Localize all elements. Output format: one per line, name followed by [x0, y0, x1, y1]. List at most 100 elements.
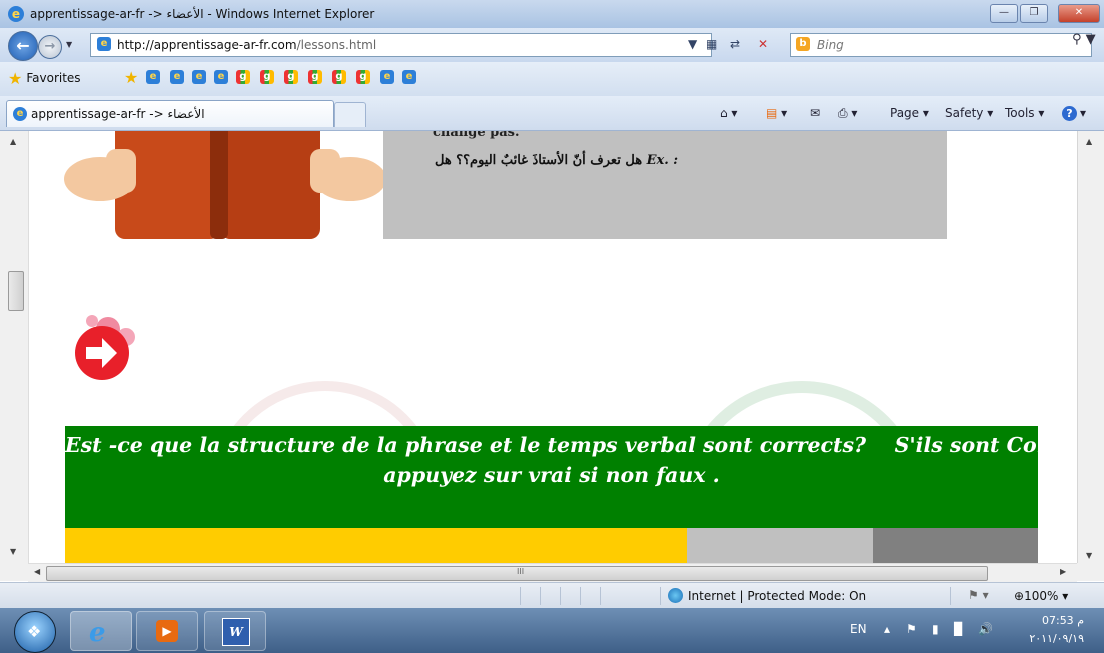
security-zone[interactable]: Internet | Protected Mode: On [688, 589, 866, 603]
battery-icon[interactable]: ▮ [932, 622, 939, 636]
answer-bar-yellow[interactable] [65, 528, 687, 563]
favorite-link-icon[interactable]: e [192, 70, 206, 84]
favorite-link-icon[interactable]: e [146, 70, 160, 84]
scroll-down-icon[interactable]: ▼ [1086, 551, 1092, 560]
ie-logo-icon: e [13, 107, 27, 121]
popup-blocker-icon[interactable]: ⚑ ▾ [968, 588, 989, 602]
status-bar: Internet | Protected Mode: On ⚑ ▾ ⊕100% … [0, 582, 1104, 609]
favorite-link-icon[interactable]: e [380, 70, 394, 84]
address-dropdown-icon[interactable]: ▼ [688, 37, 697, 51]
feeds-icon[interactable]: ▤ ▾ [766, 106, 787, 120]
bing-logo-icon: b [796, 37, 810, 51]
minimize-button[interactable]: — [990, 4, 1018, 23]
status-divider [560, 587, 561, 605]
favorite-link-icon[interactable]: e [170, 70, 184, 84]
close-button[interactable]: ✕ [1058, 4, 1100, 23]
horizontal-scrollbar[interactable]: ◀ III ▶ [28, 563, 1077, 582]
help-dropdown-icon[interactable]: ▾ [1080, 106, 1086, 120]
start-button[interactable]: ❖ [14, 611, 56, 653]
scroll-down-icon[interactable]: ▼ [10, 547, 16, 556]
stop-icon[interactable]: ✕ [758, 37, 768, 51]
favorite-link-icon[interactable]: g [284, 70, 298, 84]
scroll-left-icon[interactable]: ◀ [34, 567, 40, 576]
scroll-thumb[interactable] [8, 271, 24, 311]
title-bar: e apprentissage-ar-fr -> الأعضاء - Windo… [0, 0, 1104, 29]
read-mail-icon[interactable]: ✉ [810, 106, 820, 120]
left-frame-scrollbar[interactable]: ▲ ▼ [0, 131, 29, 563]
window-title: apprentissage-ar-fr -> الأعضاء - Windows… [30, 7, 375, 21]
clock-date[interactable]: ٢٠١١/٠٩/١٩ [1020, 632, 1084, 645]
taskbar-media-button[interactable]: ▶ [136, 611, 198, 651]
next-arrow-icon[interactable] [68, 307, 148, 387]
scroll-up-icon[interactable]: ▲ [1086, 137, 1092, 146]
example-sentence: هل تعرف أنّ الأستاذَ غائبٌ اليوم؟؟ هل Ex… [435, 153, 678, 168]
compatibility-view-icon[interactable]: ▦ [706, 37, 717, 51]
favorite-link-icon[interactable]: e [402, 70, 416, 84]
star-icon: ★ [8, 69, 23, 88]
status-divider [660, 587, 661, 605]
home-icon[interactable]: ⌂ ▾ [720, 106, 737, 120]
instruction-banner: Est -ce que la structure de la phrase et… [65, 426, 1077, 528]
example-arabic: هل تعرف أنّ الأستاذَ غائبٌ اليوم؟؟ هل [435, 153, 643, 168]
show-hidden-icons-icon[interactable]: ▴ [884, 622, 890, 636]
clock-time[interactable]: 07:53 م [1020, 614, 1084, 627]
vertical-scrollbar[interactable]: ▲ ▼ [1077, 131, 1104, 563]
zoom-level[interactable]: ⊕100% ▾ [1014, 589, 1068, 603]
page-menu[interactable]: Page ▾ [890, 106, 929, 120]
taskbar-ie-button[interactable]: e [70, 611, 132, 651]
tab-bar: e apprentissage-ar-fr -> الأعضاء ⌂ ▾ ▤ ▾… [0, 96, 1104, 131]
print-icon[interactable]: ⎙ ▾ [838, 106, 857, 121]
network-icon[interactable]: ▉ [954, 622, 963, 636]
scroll-up-icon[interactable]: ▲ [10, 137, 16, 146]
answer-bar-dark-gray[interactable] [873, 528, 1038, 563]
search-icon[interactable]: ⚲ ▼ [1072, 32, 1096, 47]
scroll-right-icon[interactable]: ▶ [1060, 567, 1066, 576]
media-player-icon: ▶ [156, 620, 178, 642]
taskbar-word-button[interactable]: W [204, 611, 266, 651]
help-icon[interactable]: ? [1062, 106, 1077, 121]
safety-menu-label: Safety [945, 106, 984, 120]
address-toolbar: ← → ▼ e http://apprentissage-ar-fr.com/l… [0, 28, 1104, 62]
refresh-icon[interactable]: ⇄ [730, 37, 740, 51]
windows-logo-icon: ❖ [27, 622, 42, 641]
status-divider [520, 587, 521, 605]
recent-pages-dropdown[interactable]: ▼ [66, 40, 72, 49]
maximize-button[interactable]: ❐ [1020, 4, 1048, 23]
favorite-link-icon[interactable]: g [236, 70, 250, 84]
scrollbar-corner [0, 563, 28, 581]
safety-menu[interactable]: Safety ▾ [945, 106, 993, 120]
action-center-icon[interactable]: ⚑ [906, 622, 917, 636]
panel-text: change pas. [433, 131, 520, 140]
favorite-link-icon[interactable]: g [332, 70, 346, 84]
answer-bar-light-gray[interactable] [687, 528, 873, 563]
search-field[interactable]: b Bing [790, 33, 1092, 57]
favorite-link-icon[interactable]: e [214, 70, 228, 84]
status-divider [540, 587, 541, 605]
favorites-label: Favorites [26, 71, 81, 85]
instruction-line-2: appuyez sur vrai si non faux . [383, 463, 720, 487]
forward-button[interactable]: → [38, 35, 62, 59]
zoom-icon: ⊕ [1014, 589, 1025, 603]
favorites-button[interactable]: ★ Favorites [8, 69, 81, 89]
status-divider [580, 587, 581, 605]
tab-active[interactable]: e apprentissage-ar-fr -> الأعضاء [6, 100, 334, 127]
example-panel: change pas. هل تعرف أنّ الأستاذَ غائبٌ ا… [383, 131, 947, 239]
book-illustration [64, 131, 386, 239]
favorite-link-icon[interactable]: g [260, 70, 274, 84]
url-host: http://apprentissage-ar-fr.com [117, 38, 297, 52]
back-button[interactable]: ← [8, 31, 38, 61]
language-indicator[interactable]: EN [850, 622, 867, 636]
address-field[interactable]: e http://apprentissage-ar-fr.com/lessons… [90, 33, 712, 57]
add-favorite-icon[interactable]: ★ [124, 68, 138, 87]
favorite-link-icon[interactable]: g [308, 70, 322, 84]
ie-logo-icon: e [8, 6, 24, 22]
scroll-thumb[interactable]: III [46, 566, 988, 581]
volume-icon[interactable]: 🔊 [978, 622, 993, 636]
new-tab-button[interactable] [334, 102, 366, 127]
tab-label: apprentissage-ar-fr -> الأعضاء [31, 107, 205, 121]
tools-menu[interactable]: Tools ▾ [1005, 106, 1044, 120]
example-prefix: Ex. : [646, 153, 679, 168]
favorite-link-icon[interactable]: g [356, 70, 370, 84]
zoom-value: 100% [1024, 589, 1059, 603]
search-placeholder: Bing [817, 38, 844, 52]
